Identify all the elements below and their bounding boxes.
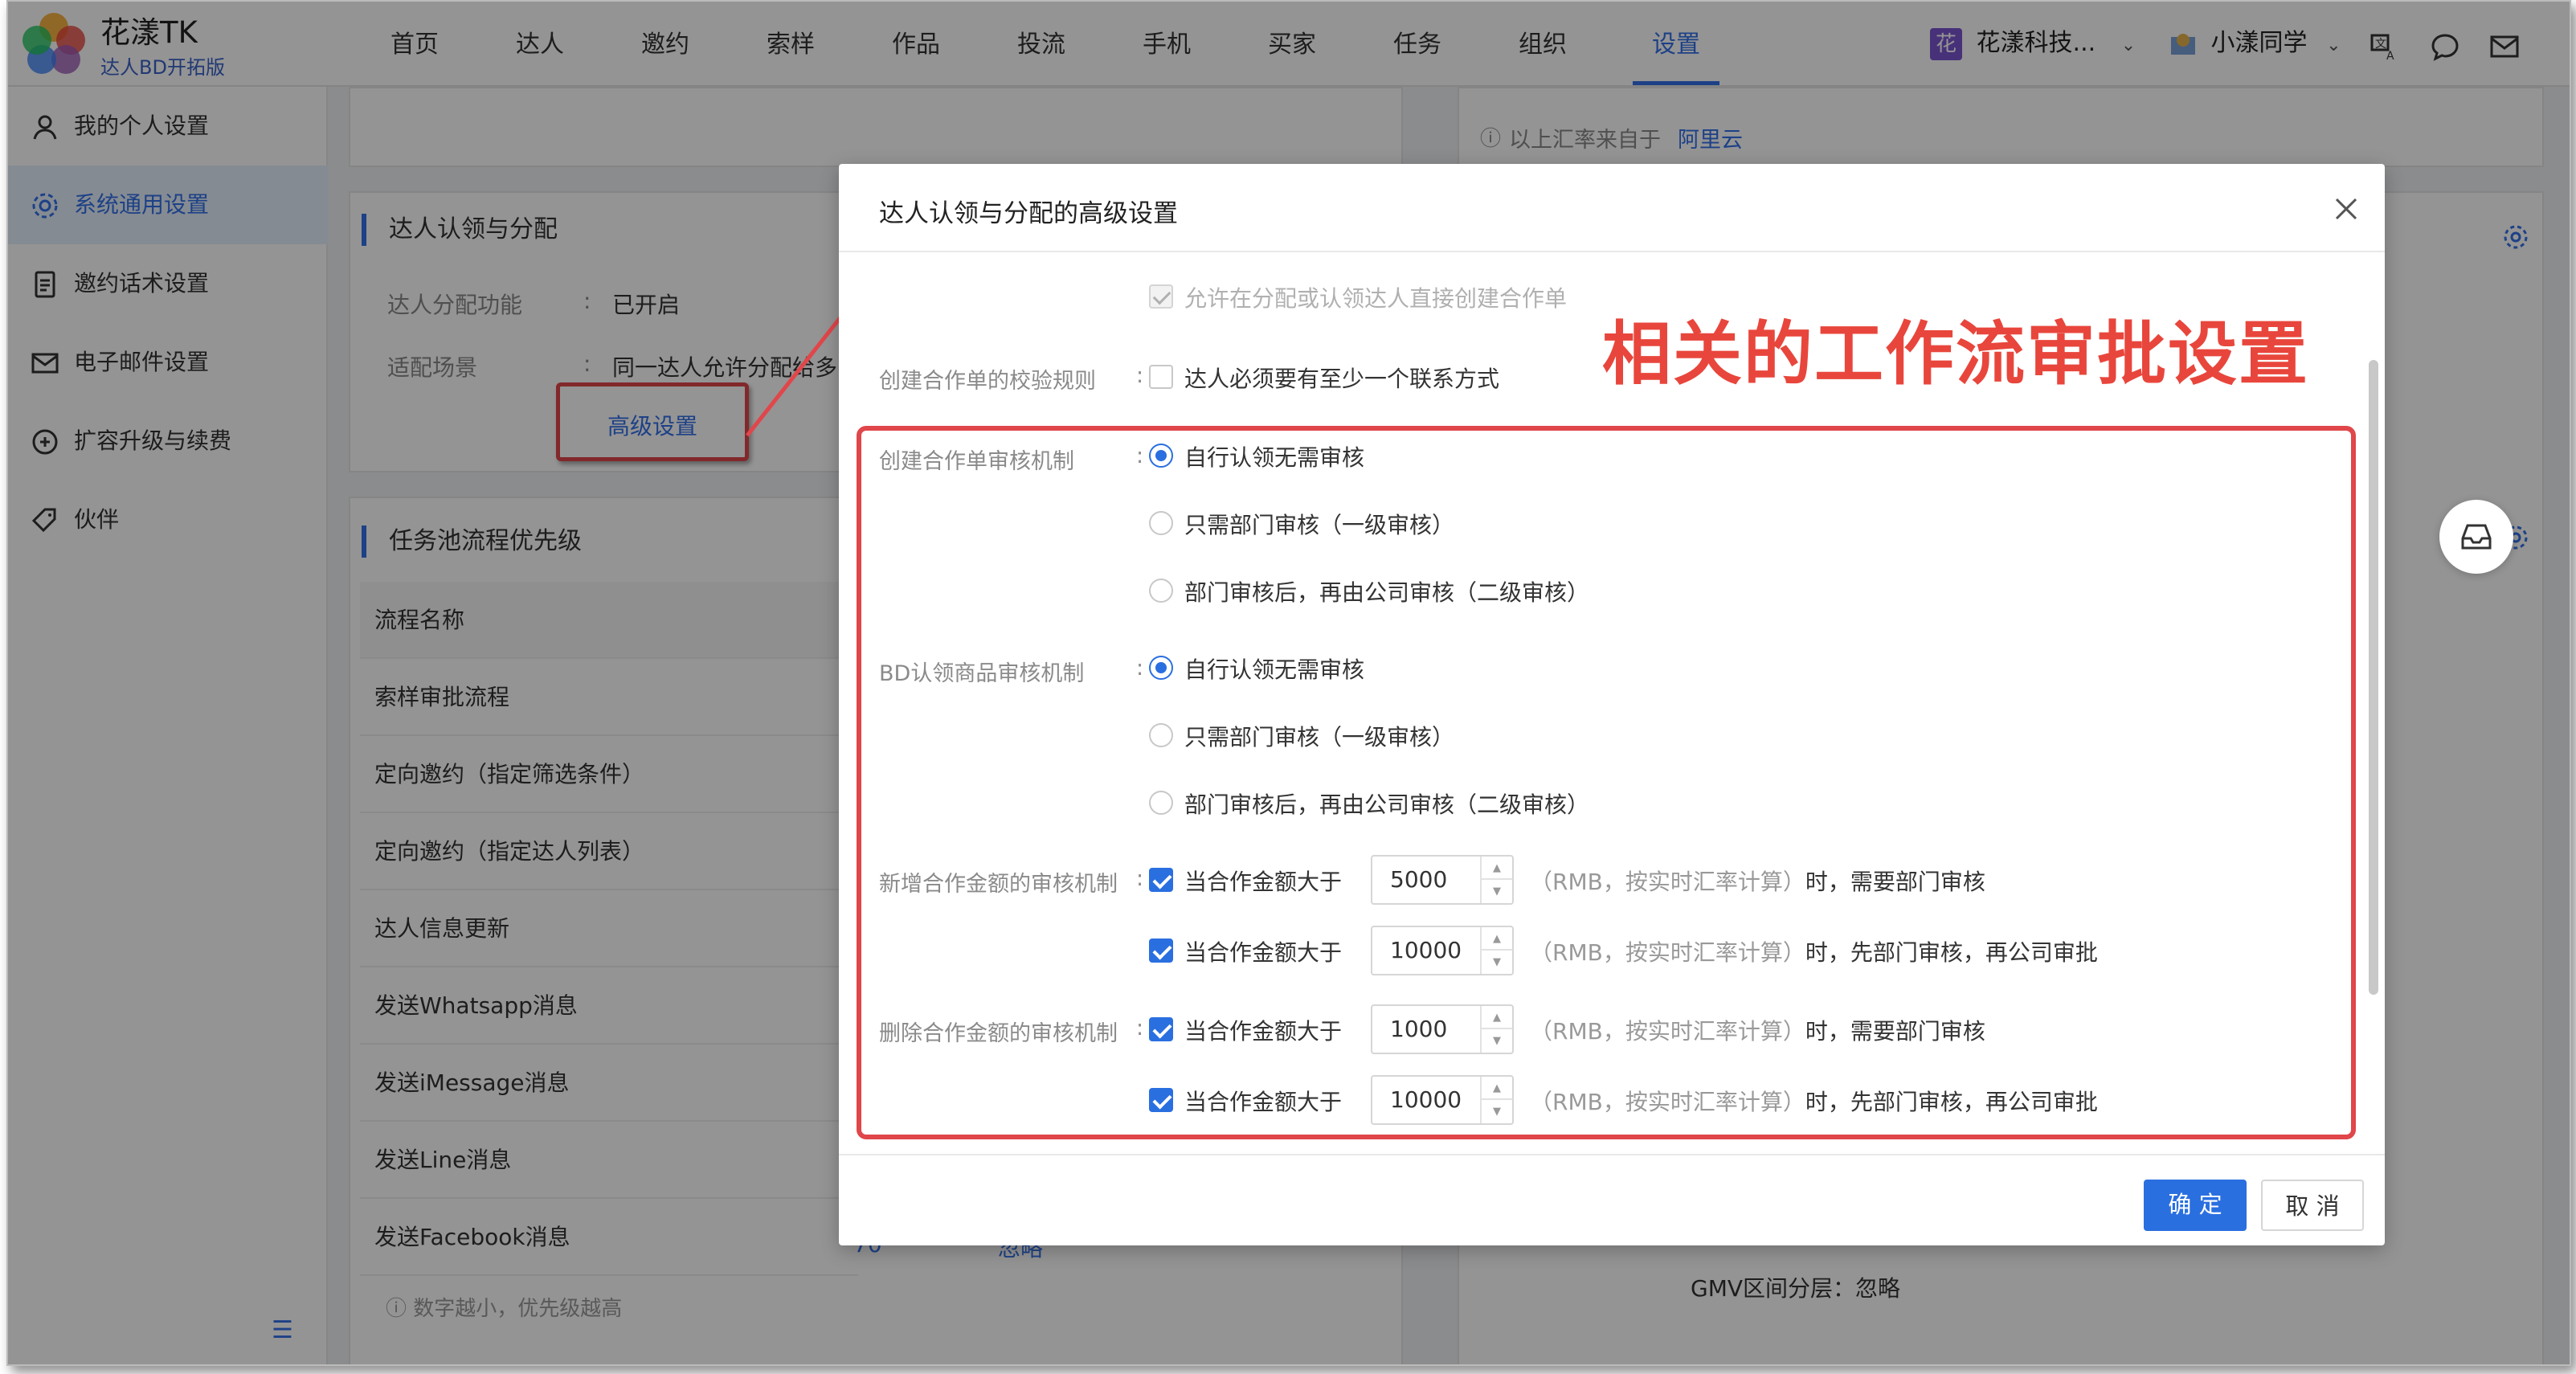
divider <box>839 251 2385 252</box>
close-icon[interactable] <box>2332 194 2361 223</box>
colon: : <box>1136 363 1144 388</box>
confirm-button[interactable]: 确 定 <box>2144 1180 2247 1231</box>
cancel-button[interactable]: 取 消 <box>2261 1180 2364 1231</box>
dialog-title: 达人认领与分配的高级设置 <box>879 199 1178 228</box>
allow-create-checkbox <box>1149 284 1173 309</box>
contact-required-label: 达人必须要有至少一个联系方式 <box>1184 366 1500 392</box>
contact-required-checkbox[interactable] <box>1149 365 1173 389</box>
annotation-text: 相关的工作流审批设置 <box>1602 314 2309 395</box>
allow-create-label: 允许在分配或认领达人直接创建合作单 <box>1184 285 1568 312</box>
floating-inbox-button[interactable] <box>2439 500 2513 574</box>
validate-label: 创建合作单的校验规则 <box>879 369 1096 394</box>
inbox-icon <box>2461 524 2492 550</box>
workflow-highlight <box>857 426 2356 1139</box>
divider <box>839 1154 2385 1155</box>
app-window: 花漾TK 达人BD开拓版 首页 达人 邀约 索样 作品 投流 手机 买家 任务 … <box>6 0 2571 1366</box>
dialog-scrollbar[interactable] <box>2369 360 2378 995</box>
